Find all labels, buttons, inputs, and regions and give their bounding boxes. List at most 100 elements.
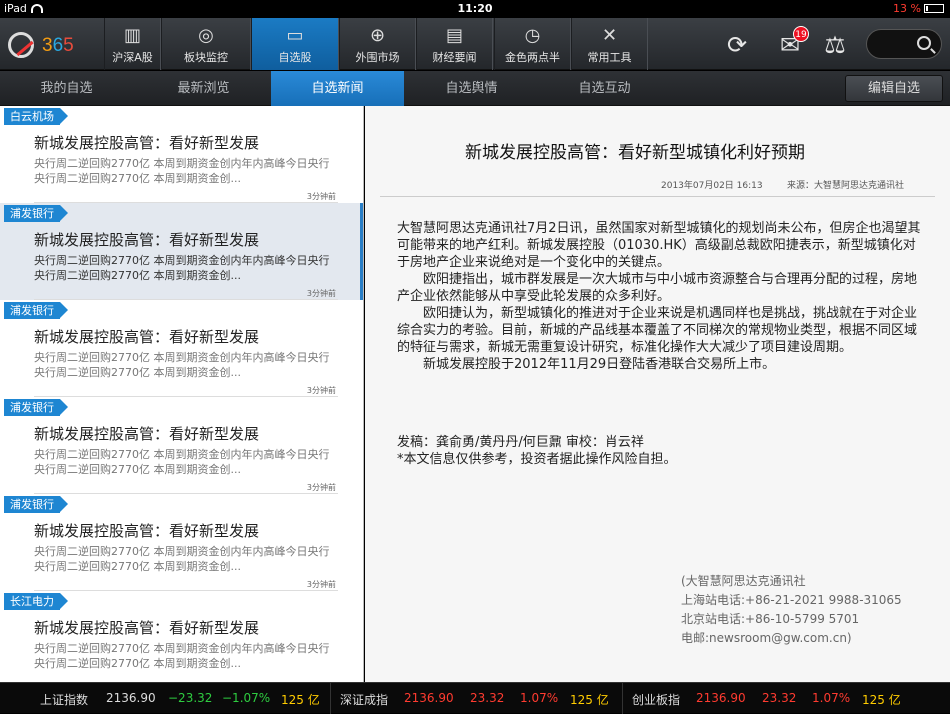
news-summary: 央行周二逆回购2770亿 本周到期资金创内年内高峰今日央行央行周二逆回购2770… xyxy=(34,351,330,379)
pulse-monitor-icon: ◎ xyxy=(198,25,214,46)
index-price: 2136.90 xyxy=(106,691,156,705)
news-time: 3分钟前 xyxy=(306,386,336,395)
clock: 11:20 xyxy=(457,2,493,15)
sub-nav: 我的自选 最新浏览 自选新闻 自选舆情 自选互动 编辑自选 xyxy=(0,71,950,106)
list-item[interactable]: 长江电力 新城发展控股高管：看好新型发展 央行周二逆回购2770亿 本周到期资金创内… xyxy=(0,591,363,682)
tab-newspaper[interactable]: ▤ 财经要闻 xyxy=(416,18,493,70)
subtab-2[interactable]: 自选新闻 xyxy=(271,71,404,106)
index-volume: 125 亿 xyxy=(862,693,901,707)
index-name[interactable]: 创业板指 xyxy=(632,691,680,708)
subtab-3[interactable]: 自选舆情 xyxy=(405,71,538,106)
news-time: 3分钟前 xyxy=(306,289,336,298)
article-divider xyxy=(380,196,935,197)
index-name[interactable]: 深证成指 xyxy=(340,691,388,708)
list-item[interactable]: 浦发银行新城发展控股高管：看好新型发展央行周二逆回购2770亿 本周到期资金创内… xyxy=(0,494,363,591)
index-change: −23.32 xyxy=(168,691,213,705)
contact-line: (大智慧阿思达克通讯社 xyxy=(681,574,806,588)
mail-button[interactable]: ✉ 19 xyxy=(773,26,809,62)
tab-pulse-monitor[interactable]: ◎ 板块监控 xyxy=(161,18,251,70)
news-summary: 央行周二逆回购2770亿 本周到期资金创内年内高峰今日央行央行周二逆回购2770… xyxy=(34,545,330,573)
tab-label: 外围市场 xyxy=(355,51,400,64)
contact-line: 北京站电话:+86-10-5799 5701 xyxy=(681,612,860,626)
battery-status: 13 % xyxy=(893,2,944,15)
search-icon xyxy=(917,36,931,50)
contact-line: 电邮:newsroom@gw.com.cn) xyxy=(681,631,852,645)
subtab-0[interactable]: 我的自选 xyxy=(0,71,133,106)
search-button[interactable] xyxy=(866,29,942,59)
stock-tag: 长江电力 xyxy=(4,593,68,610)
globe-icon: ⊕ xyxy=(369,25,386,46)
tab-tools[interactable]: ✕ 常用工具 xyxy=(571,18,648,70)
selection-bar xyxy=(360,203,363,300)
article-title: 新城发展控股高管：看好新型城镇化利好预期 xyxy=(465,143,805,163)
edit-watchlist-button[interactable]: 编辑自选 xyxy=(845,75,943,102)
tools-icon: ✕ xyxy=(601,25,618,46)
news-list[interactable]: 白云机场 新城发展控股高管：看好新型发展 央行周二逆回购2770亿 本周到期资金创内… xyxy=(0,106,364,682)
index-percent: 1.07% xyxy=(520,691,559,705)
tab-label: 金色两点半 xyxy=(505,51,560,64)
news-summary: 央行周二逆回购2770亿 本周到期资金创内年内高峰今日央行央行周二逆回购2770… xyxy=(34,448,330,476)
index-volume: 125 亿 xyxy=(570,693,609,707)
ticker-separator xyxy=(622,683,623,714)
ticker-separator xyxy=(330,683,331,714)
article-date: 2013年07月02日 16:13 xyxy=(661,181,763,191)
index-ticker: 上证指数 2136.90 −23.32 −1.07% 125 亿 深证成指 2136.90 2… xyxy=(0,682,950,714)
newspaper-icon: ▤ xyxy=(445,25,463,46)
stock-tag: 浦发银行 xyxy=(4,302,68,319)
logo-text: 365 xyxy=(42,35,74,56)
index-change: 23.32 xyxy=(762,691,797,705)
index-name[interactable]: 上证指数 xyxy=(40,691,88,708)
article-author: 发稿：龚俞勇/黄丹丹/何巨鼐 审校：肖云祥 xyxy=(397,435,644,450)
tab-folder[interactable]: ▭ 自选股 xyxy=(251,18,339,70)
tab-label: 沪深A股 xyxy=(112,51,153,64)
stopwatch-icon: ◷ xyxy=(524,25,541,46)
article-paragraph: 新城发展控股于2012年11月29日登陆香港联合交易所上市。 xyxy=(423,357,776,372)
subtab-4[interactable]: 自选互动 xyxy=(538,71,671,106)
index-percent: 1.07% xyxy=(812,691,851,705)
news-title: 新城发展控股高管：看好新型发展 xyxy=(34,328,260,346)
subtab-1[interactable]: 最新浏览 xyxy=(137,71,270,106)
article-disclaimer: *本文信息仅供参考，投资者据此操作风险自担。 xyxy=(397,452,677,467)
article-paragraph: 欧阳捷认为，新型城镇化的推进对于企业来说是机遇同样也是挑战，挑战就在于对企业综合… xyxy=(397,306,918,355)
stock-tag: 浦发银行 xyxy=(4,205,68,222)
list-item[interactable]: 浦发银行新城发展控股高管：看好新型发展央行周二逆回购2770亿 本周到期资金创内… xyxy=(0,397,363,494)
news-summary: 央行周二逆回购2770亿 本周到期资金创内年内高峰今日央行央行周二逆回购2770… xyxy=(34,157,330,185)
index-price: 2136.90 xyxy=(404,691,454,705)
top-nav: 365 ▥ 沪深A股 ◎ 板块监控 ▭ 自选股 ⊕ 外围市场 ▤ 财经要闻 ◷ 金色两点半 ✕ 常用工具 … xyxy=(0,18,950,70)
article-panel: 新城发展控股高管：看好新型城镇化利好预期 2013年07月02日 16:13 来… xyxy=(365,106,950,682)
index-change: 23.32 xyxy=(470,691,505,705)
balance-scale-icon[interactable]: ⚖ xyxy=(818,28,852,62)
refresh-icon[interactable]: ⟳ xyxy=(720,28,754,62)
news-summary: 央行周二逆回购2770亿 本周到期资金创内年内高峰今日央行央行周二逆回购2770… xyxy=(34,642,330,670)
tab-stopwatch[interactable]: ◷ 金色两点半 xyxy=(494,18,571,70)
news-title: 新城发展控股高管：看好新型发展 xyxy=(34,134,260,152)
tab-label: 财经要闻 xyxy=(432,51,477,64)
folder-icon: ▭ xyxy=(286,25,304,46)
news-time: 3分钟前 xyxy=(306,580,336,589)
list-item[interactable]: 白云机场 新城发展控股高管：看好新型发展 央行周二逆回购2770亿 本周到期资金创内… xyxy=(0,106,363,203)
article-body: 大智慧阿思达克通讯社7月2日讯，虽然国家对新型城镇化的规划尚未公布，但房企也渴望… xyxy=(397,220,922,373)
tab-label: 常用工具 xyxy=(587,51,632,64)
news-summary: 央行周二逆回购2770亿 本周到期资金创内年内高峰今日央行央行周二逆回购2770… xyxy=(34,254,330,282)
article-source: 来源：大智慧阿思达克通讯社 xyxy=(787,181,905,191)
app-logo: 365 xyxy=(8,30,88,60)
list-item[interactable]: 浦发银行新城发展控股高管：看好新型发展央行周二逆回购2770亿 本周到期资金创内… xyxy=(0,300,363,397)
tab-globe[interactable]: ⊕ 外围市场 xyxy=(339,18,416,70)
mail-badge: 19 xyxy=(793,26,809,42)
news-title: 新城发展控股高管：看好新型发展 xyxy=(34,425,260,443)
tab-chart-bar[interactable]: ▥ 沪深A股 xyxy=(104,18,161,70)
tab-label: 板块监控 xyxy=(184,51,228,64)
article-paragraph: 大智慧阿思达克通讯社7月2日讯，虽然国家对新型城镇化的规划尚未公布，但房企也渴望… xyxy=(397,221,921,270)
status-bar: iPad 11:20 13 % xyxy=(0,0,950,18)
index-percent: −1.07% xyxy=(222,691,271,705)
stock-tag: 浦发银行 xyxy=(4,496,68,513)
stock-tag: 浦发银行 xyxy=(4,399,68,416)
news-title: 新城发展控股高管：看好新型发展 xyxy=(34,231,260,249)
article-credits: 发稿：龚俞勇/黄丹丹/何巨鼐 审校：肖云祥 *本文信息仅供参考，投资者据此操作风… xyxy=(397,434,922,468)
news-time: 3分钟前 xyxy=(306,483,336,492)
list-item[interactable]: 浦发银行新城发展控股高管：看好新型发展央行周二逆回购2770亿 本周到期资金创内… xyxy=(0,203,363,300)
tab-label: 自选股 xyxy=(278,51,312,64)
news-title: 新城发展控股高管：看好新型发展 xyxy=(34,522,260,540)
battery-icon xyxy=(924,4,944,13)
news-time: 3分钟前 xyxy=(306,192,336,201)
